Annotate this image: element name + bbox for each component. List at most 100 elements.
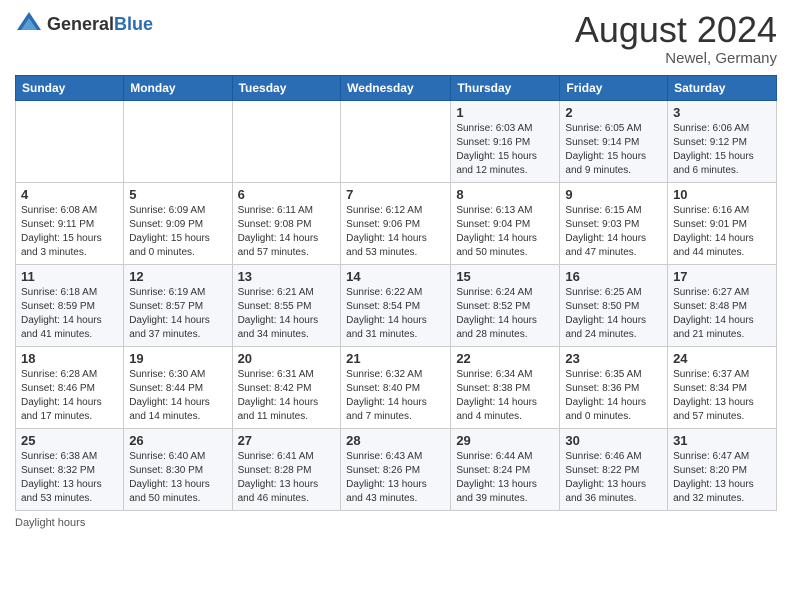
day-number: 22 (456, 351, 554, 366)
day-number: 24 (673, 351, 771, 366)
calendar-day-cell: 30Sunrise: 6:46 AM Sunset: 8:22 PM Dayli… (560, 428, 668, 510)
day-info-text: Sunrise: 6:16 AM Sunset: 9:01 PM Dayligh… (673, 204, 771, 260)
page-header: GeneralBlue August 2024 Newel, Germany (15, 10, 777, 67)
day-number: 19 (129, 351, 226, 366)
day-number: 9 (565, 187, 662, 202)
day-number: 21 (346, 351, 445, 366)
day-info-text: Sunrise: 6:27 AM Sunset: 8:48 PM Dayligh… (673, 286, 771, 342)
day-number: 31 (673, 433, 771, 448)
day-number: 28 (346, 433, 445, 448)
day-number: 10 (673, 187, 771, 202)
day-of-week-header: Friday (560, 75, 668, 100)
location-label: Newel, Germany (575, 50, 777, 67)
calendar-day-cell: 18Sunrise: 6:28 AM Sunset: 8:46 PM Dayli… (16, 346, 124, 428)
day-number: 6 (238, 187, 336, 202)
calendar-day-cell: 31 Sunrise: 6:47 AM Sunset: 8:20 PM Dayli… (668, 428, 777, 510)
day-info-text: Sunrise: 6:41 AM Sunset: 8:28 PM Dayligh… (238, 450, 336, 506)
day-number: 26 (129, 433, 226, 448)
day-number: 14 (346, 269, 445, 284)
day-of-week-header: Wednesday (341, 75, 451, 100)
calendar-week-row: 11 Sunrise: 6:18 AM Sunset: 8:59 PM Dayli… (16, 264, 777, 346)
day-number: 13 (238, 269, 336, 284)
calendar-day-cell: 29 Sunrise: 6:44 AM Sunset: 8:24 PM Dayli… (451, 428, 560, 510)
logo: GeneralBlue (15, 10, 153, 38)
calendar-day-cell: 19 Sunrise: 6:30 AM Sunset: 8:44 PM Dayli… (124, 346, 232, 428)
day-info-text: Sunrise: 6:28 AM Sunset: 8:46 PM Dayligh… (21, 368, 118, 424)
day-number: 5 (129, 187, 226, 202)
day-info-text: Sunrise: 6:18 AM Sunset: 8:59 PM Dayligh… (21, 286, 118, 342)
logo-icon (15, 10, 43, 38)
day-info-text: Sunrise: 6:46 AM Sunset: 8:22 PM Dayligh… (565, 450, 662, 506)
calendar-day-cell: 3Sunrise: 6:06 AM Sunset: 9:12 PM Daylig… (668, 100, 777, 182)
footer-note: Daylight hours (15, 517, 777, 529)
calendar-day-cell: 6 Sunrise: 6:11 AM Sunset: 9:08 PM Daylig… (232, 182, 341, 264)
calendar-day-cell: 2Sunrise: 6:05 AM Sunset: 9:14 PM Daylig… (560, 100, 668, 182)
calendar-day-cell (124, 100, 232, 182)
day-info-text: Sunrise: 6:09 AM Sunset: 9:09 PM Dayligh… (129, 204, 226, 260)
day-info-text: Sunrise: 6:25 AM Sunset: 8:50 PM Dayligh… (565, 286, 662, 342)
calendar-day-cell (16, 100, 124, 182)
calendar-day-cell: 1 Sunrise: 6:03 AM Sunset: 9:16 PM Daylig… (451, 100, 560, 182)
calendar-day-cell: 24 Sunrise: 6:37 AM Sunset: 8:34 PM Dayli… (668, 346, 777, 428)
day-number: 27 (238, 433, 336, 448)
calendar-day-cell: 10 Sunrise: 6:16 AM Sunset: 9:01 PM Dayli… (668, 182, 777, 264)
day-info-text: Sunrise: 6:05 AM Sunset: 9:14 PM Dayligh… (565, 122, 662, 178)
calendar-day-cell: 26 Sunrise: 6:40 AM Sunset: 8:30 PM Dayli… (124, 428, 232, 510)
calendar-day-cell: 28 Sunrise: 6:43 AM Sunset: 8:26 PM Dayli… (341, 428, 451, 510)
calendar-day-cell: 11 Sunrise: 6:18 AM Sunset: 8:59 PM Dayli… (16, 264, 124, 346)
calendar-day-cell: 21 Sunrise: 6:32 AM Sunset: 8:40 PM Dayli… (341, 346, 451, 428)
day-number: 17 (673, 269, 771, 284)
daylight-hours-label: Daylight hours (15, 517, 85, 529)
day-number: 15 (456, 269, 554, 284)
day-info-text: Sunrise: 6:03 AM Sunset: 9:16 PM Dayligh… (456, 122, 554, 178)
day-info-text: Sunrise: 6:44 AM Sunset: 8:24 PM Dayligh… (456, 450, 554, 506)
logo-text-blue: Blue (114, 14, 153, 34)
calendar-week-row: 25Sunrise: 6:38 AM Sunset: 8:32 PM Dayli… (16, 428, 777, 510)
day-info-text: Sunrise: 6:40 AM Sunset: 8:30 PM Dayligh… (129, 450, 226, 506)
day-of-week-header: Tuesday (232, 75, 341, 100)
calendar-day-cell: 16 Sunrise: 6:25 AM Sunset: 8:50 PM Dayli… (560, 264, 668, 346)
day-info-text: Sunrise: 6:22 AM Sunset: 8:54 PM Dayligh… (346, 286, 445, 342)
day-info-text: Sunrise: 6:11 AM Sunset: 9:08 PM Dayligh… (238, 204, 336, 260)
calendar-day-cell (232, 100, 341, 182)
calendar-day-cell: 22 Sunrise: 6:34 AM Sunset: 8:38 PM Dayli… (451, 346, 560, 428)
calendar-day-cell: 12Sunrise: 6:19 AM Sunset: 8:57 PM Dayli… (124, 264, 232, 346)
day-info-text: Sunrise: 6:43 AM Sunset: 8:26 PM Dayligh… (346, 450, 445, 506)
calendar-day-cell: 23Sunrise: 6:35 AM Sunset: 8:36 PM Dayli… (560, 346, 668, 428)
day-info-text: Sunrise: 6:34 AM Sunset: 8:38 PM Dayligh… (456, 368, 554, 424)
calendar-week-row: 1 Sunrise: 6:03 AM Sunset: 9:16 PM Daylig… (16, 100, 777, 182)
day-number: 1 (456, 105, 554, 120)
calendar-day-cell: 15 Sunrise: 6:24 AM Sunset: 8:52 PM Dayli… (451, 264, 560, 346)
day-info-text: Sunrise: 6:37 AM Sunset: 8:34 PM Dayligh… (673, 368, 771, 424)
calendar-day-cell: 14 Sunrise: 6:22 AM Sunset: 8:54 PM Dayli… (341, 264, 451, 346)
day-info-text: Sunrise: 6:47 AM Sunset: 8:20 PM Dayligh… (673, 450, 771, 506)
calendar-header-row: SundayMondayTuesdayWednesdayThursdayFrid… (16, 75, 777, 100)
day-number: 29 (456, 433, 554, 448)
day-number: 11 (21, 269, 118, 284)
calendar-day-cell: 20 Sunrise: 6:31 AM Sunset: 8:42 PM Dayli… (232, 346, 341, 428)
day-number: 8 (456, 187, 554, 202)
day-of-week-header: Thursday (451, 75, 560, 100)
day-number: 4 (21, 187, 118, 202)
logo-text-general: General (47, 14, 114, 34)
day-number: 7 (346, 187, 445, 202)
day-number: 20 (238, 351, 336, 366)
calendar-day-cell: 9Sunrise: 6:15 AM Sunset: 9:03 PM Daylig… (560, 182, 668, 264)
calendar-day-cell (341, 100, 451, 182)
calendar-day-cell: 8 Sunrise: 6:13 AM Sunset: 9:04 PM Daylig… (451, 182, 560, 264)
calendar-day-cell: 13Sunrise: 6:21 AM Sunset: 8:55 PM Dayli… (232, 264, 341, 346)
day-info-text: Sunrise: 6:13 AM Sunset: 9:04 PM Dayligh… (456, 204, 554, 260)
day-info-text: Sunrise: 6:32 AM Sunset: 8:40 PM Dayligh… (346, 368, 445, 424)
day-info-text: Sunrise: 6:31 AM Sunset: 8:42 PM Dayligh… (238, 368, 336, 424)
day-info-text: Sunrise: 6:35 AM Sunset: 8:36 PM Dayligh… (565, 368, 662, 424)
day-info-text: Sunrise: 6:24 AM Sunset: 8:52 PM Dayligh… (456, 286, 554, 342)
day-number: 3 (673, 105, 771, 120)
day-info-text: Sunrise: 6:08 AM Sunset: 9:11 PM Dayligh… (21, 204, 118, 260)
calendar-table: SundayMondayTuesdayWednesdayThursdayFrid… (15, 75, 777, 511)
day-info-text: Sunrise: 6:30 AM Sunset: 8:44 PM Dayligh… (129, 368, 226, 424)
day-info-text: Sunrise: 6:19 AM Sunset: 8:57 PM Dayligh… (129, 286, 226, 342)
day-number: 16 (565, 269, 662, 284)
calendar-day-cell: 17 Sunrise: 6:27 AM Sunset: 8:48 PM Dayli… (668, 264, 777, 346)
day-of-week-header: Monday (124, 75, 232, 100)
month-year-title: August 2024 (575, 10, 777, 50)
